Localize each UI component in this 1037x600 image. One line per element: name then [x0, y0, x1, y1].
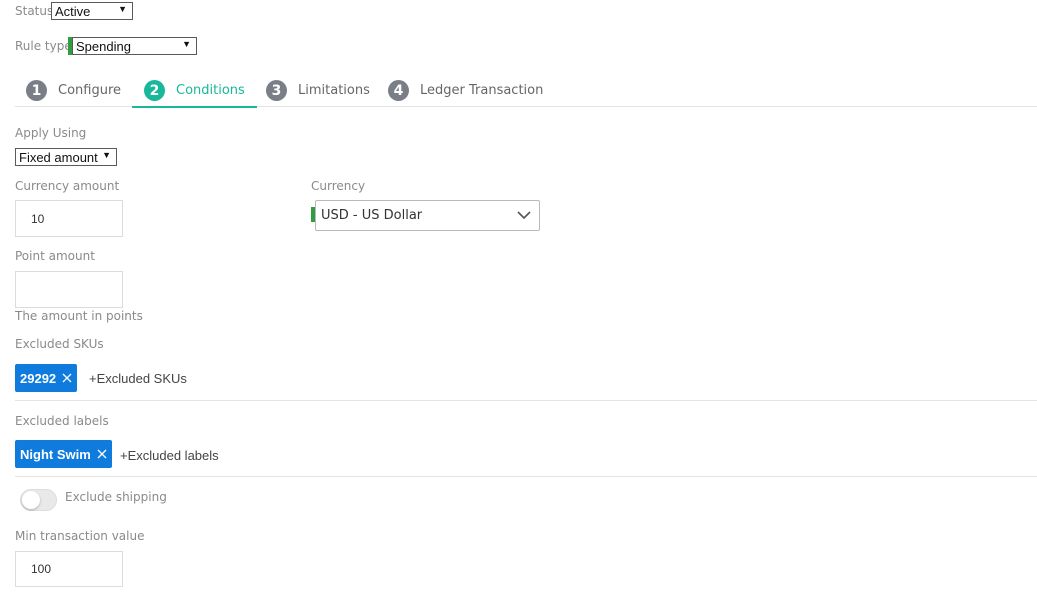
step-4-icon: 4	[388, 80, 409, 101]
point-amount-input[interactable]	[15, 271, 123, 308]
tab-label: Limitations	[298, 83, 370, 98]
tab-configure[interactable]: 1 Configure	[26, 74, 121, 107]
point-amount-help: The amount in points	[15, 309, 143, 323]
dropdown-arrow-icon: ▼	[182, 39, 191, 49]
apply-using-value: Fixed amount	[19, 149, 98, 165]
apply-using-label: Apply Using	[15, 126, 87, 140]
chip-label: Night Swim	[20, 446, 91, 462]
currency-amount-input[interactable]: 10	[15, 200, 123, 237]
excluded-labels-label: Excluded labels	[15, 414, 109, 428]
currency-amount-value: 10	[31, 211, 45, 226]
divider	[15, 400, 1037, 401]
sku-chip[interactable]: 29292	[15, 364, 78, 392]
excluded-skus-label: Excluded SKUs	[15, 337, 104, 351]
tab-label: Configure	[58, 83, 122, 98]
tab-conditions[interactable]: 2 Conditions	[132, 74, 257, 108]
currency-value: USD - US Dollar	[321, 208, 423, 223]
chip-label: 29292	[20, 370, 57, 386]
tab-label: Ledger Transaction	[420, 83, 544, 98]
label-chip[interactable]: Night Swim	[15, 440, 112, 468]
apply-using-select[interactable]: Fixed amount ▼	[15, 148, 117, 166]
add-excluded-label-button[interactable]: +Excluded labels	[120, 448, 219, 463]
wizard-tabs: 1 Configure 2 Conditions 3 Limitations 4…	[15, 74, 1037, 108]
close-icon[interactable]	[97, 449, 107, 459]
status-value: Active	[55, 3, 91, 19]
add-excluded-sku-button[interactable]: +Excluded SKUs	[89, 371, 187, 386]
tab-ledger-transaction[interactable]: 4 Ledger Transaction	[388, 74, 543, 107]
status-select[interactable]: Active ▼	[51, 2, 133, 20]
exclude-shipping-label: Exclude shipping	[65, 490, 167, 504]
toggle-knob	[22, 491, 40, 509]
currency-select[interactable]: USD - US Dollar	[315, 200, 540, 231]
currency-amount-label: Currency amount	[15, 179, 120, 193]
close-icon[interactable]	[62, 373, 72, 383]
tab-limitations[interactable]: 3 Limitations	[266, 74, 370, 107]
step-2-icon: 2	[144, 80, 165, 101]
dropdown-arrow-icon: ▼	[118, 4, 127, 14]
step-1-icon: 1	[26, 80, 47, 101]
tab-label: Conditions	[176, 83, 245, 98]
exclude-shipping-toggle[interactable]	[20, 489, 57, 511]
rule-type-label: Rule type	[15, 39, 72, 53]
dropdown-arrow-icon: ▼	[102, 150, 111, 160]
point-amount-label: Point amount	[15, 249, 95, 263]
min-transaction-value: 100	[31, 562, 52, 576]
rule-type-select[interactable]: Spending ▼	[72, 37, 197, 55]
divider	[15, 476, 1037, 477]
step-3-icon: 3	[266, 80, 287, 101]
min-transaction-label: Min transaction value	[15, 529, 145, 543]
min-transaction-input[interactable]: 100	[15, 551, 123, 587]
status-label: Status	[15, 4, 54, 18]
currency-label: Currency	[311, 179, 366, 193]
chevron-down-icon	[517, 209, 531, 224]
rule-type-value: Spending	[76, 38, 131, 54]
